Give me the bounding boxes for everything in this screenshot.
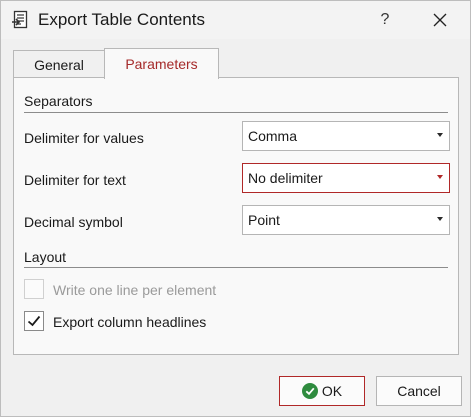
export-headlines-label: Export column headlines: [53, 314, 207, 330]
check-circle-icon: [301, 383, 318, 400]
layout-divider: [24, 267, 448, 268]
help-button[interactable]: ?: [371, 7, 399, 33]
decimal-symbol-value: Point: [248, 212, 280, 228]
tab-general[interactable]: General: [13, 50, 105, 78]
checkmark-icon: [27, 315, 41, 327]
dropdown-arrow-icon: [437, 133, 443, 137]
export-headlines-checkbox[interactable]: [24, 311, 44, 331]
delimiter-text-label: Delimiter for text: [24, 172, 126, 188]
delimiter-values-value: Comma: [248, 128, 298, 144]
ok-button-label: OK: [321, 383, 343, 399]
export-table-icon: [12, 10, 28, 29]
decimal-symbol-select[interactable]: Point: [242, 205, 450, 235]
delimiter-text-value: No delimiter: [248, 170, 323, 186]
close-icon[interactable]: [425, 7, 455, 33]
title-bar: Export Table Contents ?: [1, 1, 470, 39]
layout-section-title: Layout: [24, 249, 67, 265]
delimiter-values-select[interactable]: Comma: [242, 121, 450, 151]
parameters-panel: Separators Delimiter for values Comma De…: [13, 77, 459, 355]
cancel-button[interactable]: Cancel: [376, 376, 462, 406]
tab-parameters[interactable]: Parameters: [104, 48, 219, 79]
separators-divider: [24, 112, 448, 113]
export-table-dialog: Export Table Contents ? General Paramete…: [0, 0, 471, 417]
one-line-per-element-label: Write one line per element: [53, 282, 217, 298]
separators-section-title: Separators: [24, 93, 93, 109]
one-line-per-element-checkbox[interactable]: [24, 279, 44, 299]
decimal-symbol-label: Decimal symbol: [24, 214, 123, 230]
delimiter-text-select[interactable]: No delimiter: [242, 163, 450, 193]
ok-button[interactable]: OK: [279, 376, 365, 406]
window-title: Export Table Contents: [38, 10, 205, 29]
dropdown-arrow-icon: [437, 217, 443, 221]
dropdown-arrow-icon: [437, 175, 443, 179]
delimiter-values-label: Delimiter for values: [24, 130, 144, 146]
